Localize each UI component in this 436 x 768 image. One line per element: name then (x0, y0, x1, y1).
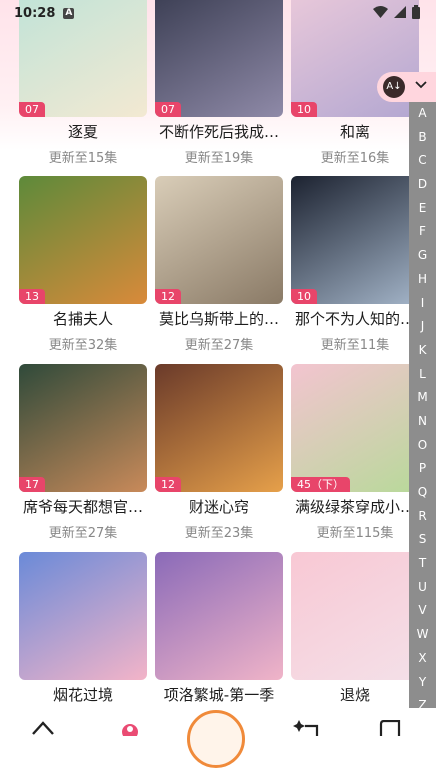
alphabet-letter[interactable]: O (409, 434, 436, 458)
alphabet-letter[interactable]: N (409, 410, 436, 434)
sort-button[interactable]: A↓ (377, 72, 436, 102)
alphabet-letter[interactable]: V (409, 599, 436, 623)
episode-badge: 10 (291, 102, 317, 117)
alphabet-letter[interactable]: F (409, 220, 436, 244)
alphabet-letter[interactable]: X (409, 647, 436, 671)
signal-icon (394, 6, 406, 18)
series-title[interactable]: 和离 (283, 121, 427, 142)
episode-badge: 12 (155, 477, 181, 492)
episode-count: 更新至23集 (184, 526, 254, 541)
alphabet-letter[interactable]: Q (409, 481, 436, 505)
episode-count: 更新至27集 (184, 338, 254, 353)
episode-badge: 07 (19, 102, 45, 117)
alphabet-letter[interactable]: I (409, 292, 436, 316)
series-card[interactable]: 烟花过境 (19, 552, 147, 722)
sort-az-icon: A↓ (383, 76, 405, 98)
episode-count: 更新至32集 (48, 338, 118, 353)
episode-badge: 45（下） (291, 477, 350, 492)
home-icon[interactable] (31, 720, 55, 736)
episode-count: 更新至19集 (184, 151, 254, 166)
cover-art (155, 364, 283, 492)
chevron-down-icon (415, 81, 427, 89)
episode-count: 更新至11集 (320, 338, 390, 353)
series-cover[interactable]: 13 (19, 176, 147, 304)
alphabet-letter[interactable]: K (409, 339, 436, 363)
alphabet-letter[interactable]: H (409, 268, 436, 292)
episode-badge: 12 (155, 289, 181, 304)
series-cover[interactable]: 12 (155, 176, 283, 304)
status-time: 10:28 (14, 5, 56, 21)
cover-art (19, 176, 147, 304)
series-card[interactable]: 13 名捕夫人 更新至32集 (19, 176, 147, 353)
episode-badge: 10 (291, 289, 317, 304)
mascot-avatar-icon[interactable] (187, 710, 245, 768)
alphabet-letter[interactable]: U (409, 576, 436, 600)
a-icon: A (63, 7, 75, 19)
cover-art (19, 364, 147, 492)
battery-icon (412, 5, 420, 19)
series-title[interactable]: 财迷心窍 (147, 496, 291, 517)
episode-badge: 17 (19, 477, 45, 492)
episode-count: 更新至15集 (48, 151, 118, 166)
alphabet-letter[interactable]: A (409, 102, 436, 126)
series-title[interactable]: 逐夏 (11, 121, 155, 142)
cover-art (19, 552, 147, 680)
series-title[interactable]: 莫比乌斯带上的… (147, 308, 291, 329)
alphabet-letter[interactable]: E (409, 197, 436, 221)
alphabet-letter[interactable]: B (409, 126, 436, 150)
series-card[interactable]: 12 莫比乌斯带上的… 更新至27集 (155, 176, 283, 353)
series-cover[interactable] (19, 552, 147, 680)
alphabet-letter[interactable]: S (409, 528, 436, 552)
episode-count: 更新至27集 (48, 526, 118, 541)
series-title[interactable]: 名捕夫人 (11, 308, 155, 329)
series-cover[interactable]: 17 (19, 364, 147, 492)
series-title[interactable]: 席爷每天都想官… (11, 496, 155, 517)
series-cover[interactable]: 10 (291, 176, 419, 304)
cover-art (155, 176, 283, 304)
alphabet-letter[interactable]: R (409, 505, 436, 529)
status-icons (373, 5, 420, 19)
alphabet-index[interactable]: ABCDEFGHIJKLMNOPQRSTUVWXYZ (409, 102, 436, 715)
series-card[interactable]: 10 那个不为人知的… 更新至11集 (291, 176, 419, 353)
alphabet-letter[interactable]: J (409, 315, 436, 339)
alphabet-letter[interactable]: L (409, 363, 436, 387)
alphabet-letter[interactable]: P (409, 457, 436, 481)
cover-art (291, 176, 419, 304)
sparkle-tag-icon[interactable] (293, 720, 319, 736)
bottom-nav (0, 708, 436, 768)
series-cover[interactable]: 45（下） (291, 364, 419, 492)
series-card[interactable]: 45（下） 满级绿茶穿成小… 更新至115集 (291, 364, 419, 541)
series-card[interactable]: 17 席爷每天都想官… 更新至27集 (19, 364, 147, 541)
series-title[interactable]: 那个不为人知的… (283, 308, 427, 329)
alphabet-letter[interactable]: M (409, 386, 436, 410)
flower-icon[interactable] (117, 720, 143, 736)
book-icon[interactable] (378, 720, 402, 736)
series-card[interactable]: 项洛繁城-第一季 (155, 552, 283, 722)
alphabet-letter[interactable]: Y (409, 671, 436, 695)
alphabet-letter[interactable]: T (409, 552, 436, 576)
series-cover[interactable] (291, 552, 419, 680)
series-card[interactable]: 退烧 (291, 552, 419, 722)
alphabet-letter[interactable]: G (409, 244, 436, 268)
series-cover[interactable]: 12 (155, 364, 283, 492)
alphabet-letter[interactable]: W (409, 623, 436, 647)
series-title[interactable]: 不断作死后我成… (147, 121, 291, 142)
series-cover[interactable] (155, 552, 283, 680)
alphabet-letter[interactable]: C (409, 149, 436, 173)
series-title[interactable]: 项洛繁城-第一季 (147, 684, 291, 705)
wifi-icon (373, 6, 388, 18)
series-title[interactable]: 烟花过境 (11, 684, 155, 705)
episode-count: 更新至16集 (320, 151, 390, 166)
cover-art (291, 364, 419, 492)
cover-art (291, 552, 419, 680)
series-card[interactable]: 12 财迷心窍 更新至23集 (155, 364, 283, 541)
episode-badge: 07 (155, 102, 181, 117)
alphabet-letter[interactable]: D (409, 173, 436, 197)
cover-art (155, 552, 283, 680)
episode-count: 更新至115集 (316, 526, 394, 541)
series-title[interactable]: 退烧 (283, 684, 427, 705)
status-bar: 10:28 A (0, 0, 436, 26)
series-title[interactable]: 满级绿茶穿成小… (283, 496, 427, 517)
episode-badge: 13 (19, 289, 45, 304)
